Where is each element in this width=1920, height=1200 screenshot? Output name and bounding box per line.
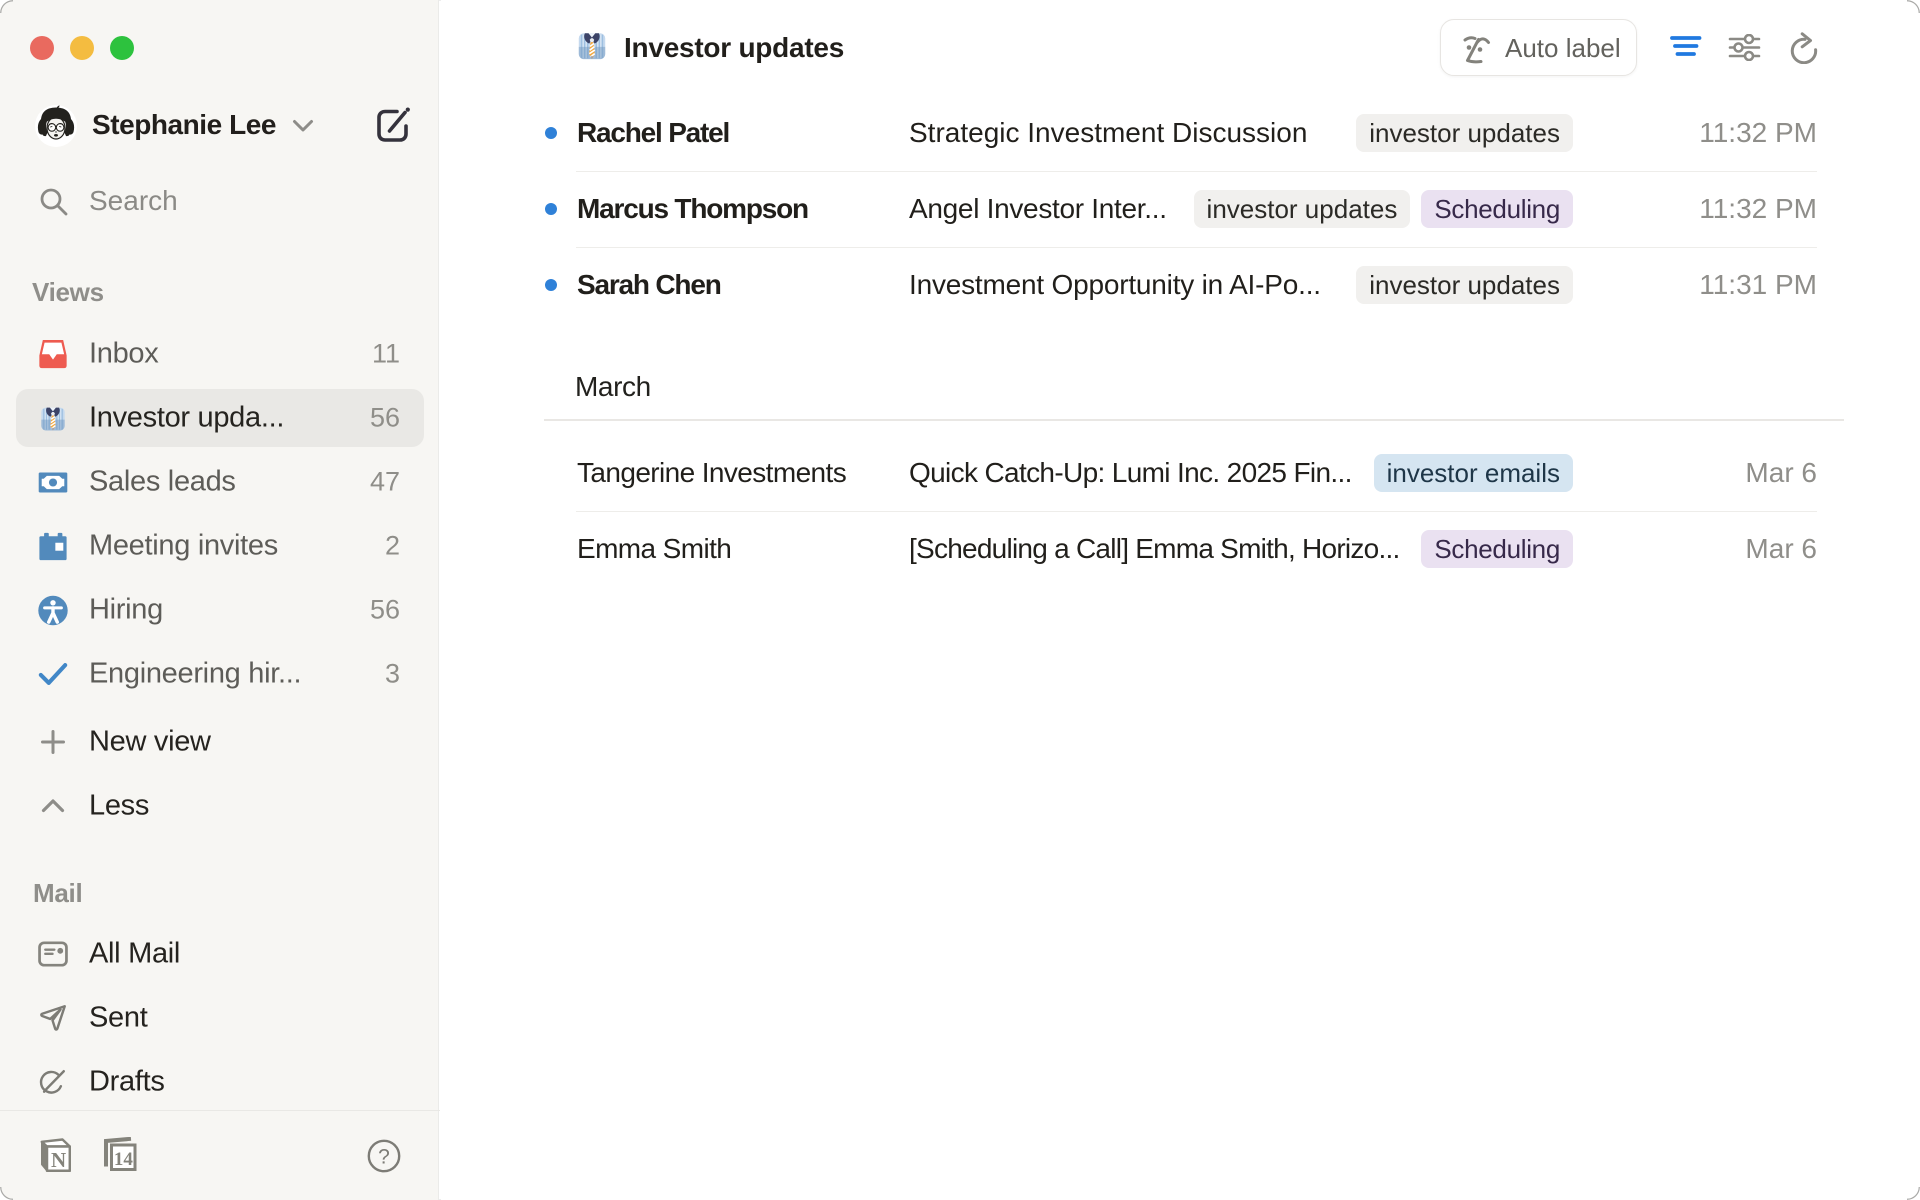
svg-text:?: ? (378, 1146, 390, 1169)
svg-text:N: N (51, 1148, 66, 1172)
svg-text:14: 14 (114, 1149, 134, 1170)
